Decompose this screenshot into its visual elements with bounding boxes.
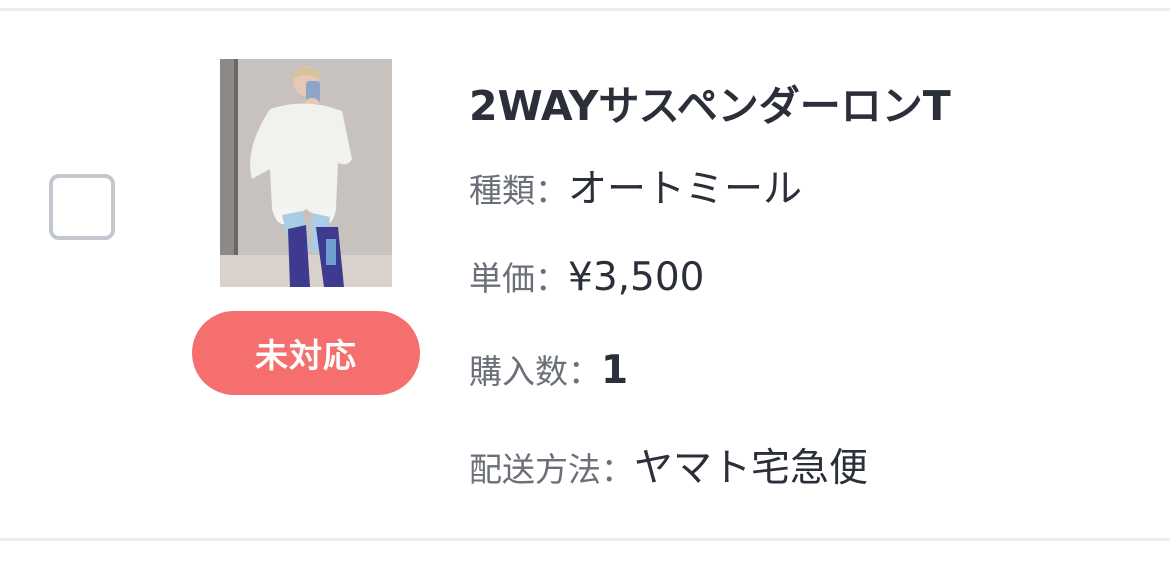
product-name: 2WAYサスペンダーロンT: [469, 82, 951, 130]
quantity-label: 購入数：: [469, 352, 601, 391]
detail-shipping-method: 配送方法： ヤマト宅急便: [469, 437, 868, 493]
divider-bottom: [0, 538, 1170, 541]
detail-unit-price: 単価： ¥3,500: [469, 252, 704, 300]
product-thumbnail[interactable]: [220, 59, 392, 287]
detail-variant: 種類： オートミール: [469, 158, 802, 214]
status-badge: 未対応: [192, 311, 420, 395]
unit-price-label: 単価：: [469, 259, 568, 298]
select-item-checkbox[interactable]: [49, 174, 115, 240]
variant-value: オートミール: [568, 167, 803, 212]
unit-price-value: ¥3,500: [568, 255, 705, 300]
divider-top: [0, 8, 1170, 11]
variant-label: 種類：: [469, 171, 568, 210]
quantity-value: 1: [601, 348, 629, 393]
detail-quantity: 購入数： 1: [469, 345, 628, 393]
shipping-method-value: ヤマト宅急便: [634, 446, 869, 491]
product-photo-icon: [220, 59, 392, 287]
shipping-method-label: 配送方法：: [469, 450, 634, 489]
